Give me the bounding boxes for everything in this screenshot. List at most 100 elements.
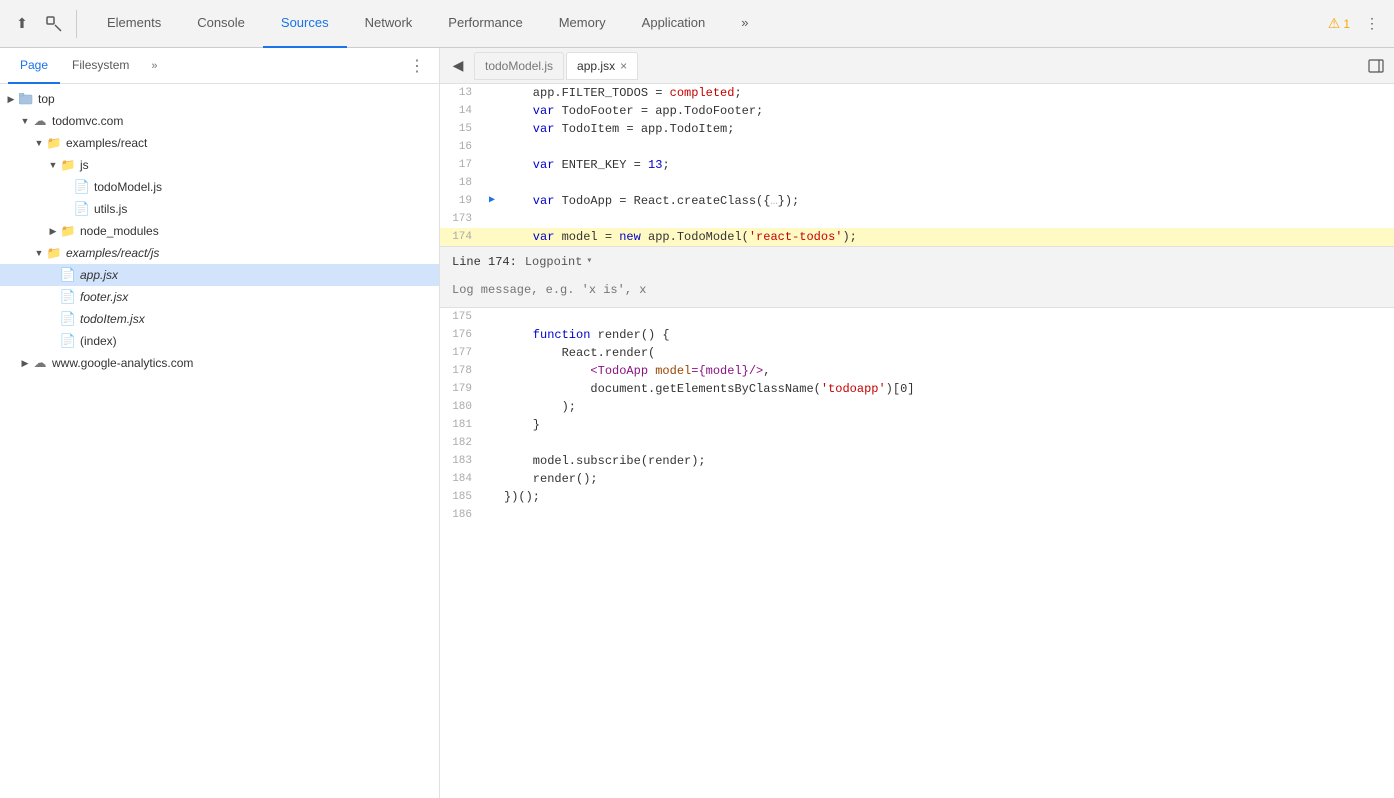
close-tab-icon[interactable]: × bbox=[620, 59, 627, 73]
tree-item-js[interactable]: 📁 js bbox=[0, 154, 439, 176]
cursor-icon[interactable]: ⬆ bbox=[8, 10, 36, 38]
tree-label-utils: utils.js bbox=[94, 202, 127, 216]
tree-label-node-modules: node_modules bbox=[80, 224, 159, 238]
file-icon-todoitem-jsx: 📄 bbox=[60, 311, 76, 327]
tab-memory[interactable]: Memory bbox=[541, 0, 624, 48]
code-line-173: 173 bbox=[440, 210, 1394, 228]
code-lines: 13 app.FILTER_TODOS = completed; 14 var … bbox=[440, 84, 1394, 798]
nav-back-button[interactable]: ◀ bbox=[444, 52, 472, 80]
code-area: ◀ todoModel.js app.jsx × 13 bbox=[440, 48, 1394, 798]
code-line-13: 13 app.FILTER_TODOS = completed; bbox=[440, 84, 1394, 102]
inspect-icon[interactable] bbox=[40, 10, 68, 38]
tree-arrow-node-modules bbox=[46, 224, 60, 238]
tree-item-google-analytics[interactable]: ☁ www.google-analytics.com bbox=[0, 352, 439, 374]
code-editor[interactable]: 13 app.FILTER_TODOS = completed; 14 var … bbox=[440, 84, 1394, 798]
logpoint-type-selector[interactable]: Logpoint ▾ bbox=[525, 253, 593, 271]
folder-icon-examples-react: 📁 bbox=[46, 135, 62, 151]
tree-arrow-index bbox=[46, 334, 60, 348]
tab-elements[interactable]: Elements bbox=[89, 0, 179, 48]
code-line-14: 14 var TodoFooter = app.TodoFooter; bbox=[440, 102, 1394, 120]
toolbar-icons: ⬆ bbox=[8, 10, 81, 38]
tree-item-app-jsx[interactable]: 📄 app.jsx bbox=[0, 264, 439, 286]
tree-item-todomvc[interactable]: ☁ todomvc.com bbox=[0, 110, 439, 132]
tab-performance[interactable]: Performance bbox=[430, 0, 540, 48]
code-line-183: 183 model.subscribe(render); bbox=[440, 452, 1394, 470]
logpoint-input-row bbox=[440, 277, 1394, 307]
tab-label-app-jsx: app.jsx bbox=[577, 59, 615, 73]
tree-arrow-examples-react bbox=[32, 136, 46, 150]
file-icon-todomodel: 📄 bbox=[74, 179, 90, 195]
sidebar-tab-more[interactable]: » bbox=[145, 58, 163, 74]
tree-label-examples-react: examples/react bbox=[66, 136, 147, 150]
tree-arrow-todomodel bbox=[60, 180, 74, 194]
tree-label-google-analytics: www.google-analytics.com bbox=[52, 356, 193, 370]
warning-icon: ⚠ bbox=[1328, 15, 1341, 32]
sidebar-tab-bar: Page Filesystem » ⋮ bbox=[0, 48, 439, 84]
sidebar-tab-page[interactable]: Page bbox=[8, 48, 60, 84]
folder-icon-examples-react-js: 📁 bbox=[46, 245, 62, 261]
sidebar-toggle-button[interactable] bbox=[1362, 52, 1390, 80]
file-icon-index: 📄 bbox=[60, 333, 76, 349]
folder-icon-node-modules: 📁 bbox=[60, 223, 76, 239]
tree-label-top: top bbox=[38, 92, 55, 106]
code-line-15: 15 var TodoItem = app.TodoItem; bbox=[440, 120, 1394, 138]
logpoint-type-label: Logpoint bbox=[525, 253, 583, 271]
code-line-177: 177 React.render( bbox=[440, 344, 1394, 362]
tree-arrow-todoitem-jsx bbox=[46, 312, 60, 326]
tree-item-examples-react[interactable]: 📁 examples/react bbox=[0, 132, 439, 154]
warning-badge[interactable]: ⚠ 1 bbox=[1328, 15, 1350, 32]
sidebar-menu-button[interactable]: ⋮ bbox=[403, 54, 431, 78]
folder-icon-js: 📁 bbox=[60, 157, 76, 173]
tree-arrow-examples-react-js bbox=[32, 246, 46, 260]
code-line-174: 174 var model = new app.TodoModel('react… bbox=[440, 228, 1394, 246]
code-tab-bar: ◀ todoModel.js app.jsx × bbox=[440, 48, 1394, 84]
code-line-186: 186 bbox=[440, 506, 1394, 524]
tree-item-node-modules[interactable]: 📁 node_modules bbox=[0, 220, 439, 242]
logpoint-overlay: Line 174: Logpoint ▾ bbox=[440, 246, 1394, 308]
tree-label-index: (index) bbox=[80, 334, 117, 348]
more-options-button[interactable]: ⋮ bbox=[1358, 10, 1386, 38]
sidebar-tree: top ☁ todomvc.com 📁 examples/react 📁 js bbox=[0, 84, 439, 798]
tab-console[interactable]: Console bbox=[179, 0, 263, 48]
file-icon-utils: 📄 bbox=[74, 201, 90, 217]
tree-arrow-todomvc bbox=[18, 114, 32, 128]
tab-more[interactable]: » bbox=[723, 0, 766, 48]
tree-arrow-top bbox=[4, 92, 18, 106]
logpoint-line-label: Line 174: bbox=[452, 253, 517, 271]
toolbar-divider bbox=[76, 10, 77, 38]
tree-label-js: js bbox=[80, 158, 89, 172]
sidebar-tab-filesystem[interactable]: Filesystem bbox=[60, 48, 141, 84]
tab-sources[interactable]: Sources bbox=[263, 0, 347, 48]
logpoint-header: Line 174: Logpoint ▾ bbox=[440, 247, 1394, 277]
tree-item-footer-jsx[interactable]: 📄 footer.jsx bbox=[0, 286, 439, 308]
code-line-175: 175 bbox=[440, 308, 1394, 326]
tree-arrow-js bbox=[46, 158, 60, 172]
tab-application[interactable]: Application bbox=[624, 0, 724, 48]
code-line-182: 182 bbox=[440, 434, 1394, 452]
cloud-icon-google-analytics: ☁ bbox=[32, 355, 48, 371]
tree-item-todoitem-jsx[interactable]: 📄 todoItem.jsx bbox=[0, 308, 439, 330]
toolbar-right: ⚠ 1 ⋮ bbox=[1328, 10, 1386, 38]
tree-label-footer-jsx: footer.jsx bbox=[80, 290, 128, 304]
main-layout: Page Filesystem » ⋮ top bbox=[0, 48, 1394, 798]
code-line-178: 178 <TodoApp model={model}/>, bbox=[440, 362, 1394, 380]
tree-item-utils[interactable]: 📄 utils.js bbox=[0, 198, 439, 220]
logpoint-message-input[interactable] bbox=[452, 281, 1382, 299]
code-tab-app-jsx[interactable]: app.jsx × bbox=[566, 52, 638, 80]
tree-item-todomodel[interactable]: 📄 todoModel.js bbox=[0, 176, 439, 198]
code-line-18: 18 bbox=[440, 174, 1394, 192]
tab-network[interactable]: Network bbox=[347, 0, 431, 48]
code-line-185: 185 })(); bbox=[440, 488, 1394, 506]
tree-label-todomodel: todoModel.js bbox=[94, 180, 162, 194]
tree-label-examples-react-js: examples/react/js bbox=[66, 246, 159, 260]
tree-item-examples-react-js[interactable]: 📁 examples/react/js bbox=[0, 242, 439, 264]
code-tab-todomodel[interactable]: todoModel.js bbox=[474, 52, 564, 80]
tree-label-todoitem-jsx: todoItem.jsx bbox=[80, 312, 145, 326]
tree-item-top[interactable]: top bbox=[0, 88, 439, 110]
devtools-toolbar: ⬆ Elements Console Sources Network Perfo… bbox=[0, 0, 1394, 48]
toolbar-tabs: Elements Console Sources Network Perform… bbox=[89, 0, 1328, 48]
tree-arrow-footer-jsx bbox=[46, 290, 60, 304]
tree-item-index[interactable]: 📄 (index) bbox=[0, 330, 439, 352]
code-line-16: 16 bbox=[440, 138, 1394, 156]
tree-arrow-google-analytics bbox=[18, 356, 32, 370]
